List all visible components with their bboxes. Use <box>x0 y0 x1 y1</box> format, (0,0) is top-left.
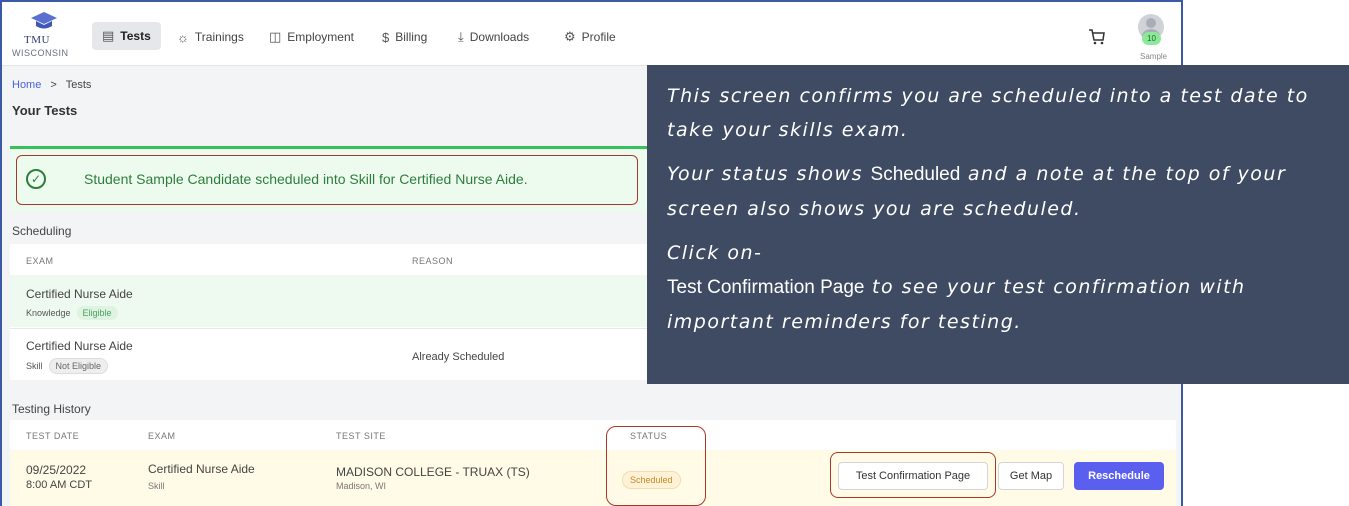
top-navigation: TMU WISCONSIN ▤ Tests ☼ Trainings ◫ Empl… <box>2 2 1181 66</box>
section-title-scheduling: Scheduling <box>12 224 72 238</box>
nav-tab-label: Tests <box>120 29 151 43</box>
annotation-bracket-confirmation <box>830 452 996 498</box>
overlay-text: Your status shows <box>667 163 863 185</box>
breadcrumb-current: Tests <box>65 79 92 91</box>
exam-name: Certified Nurse Aide <box>26 287 133 301</box>
annotation-bracket-alert <box>16 155 638 205</box>
avatar-badge: 10 <box>1142 32 1161 45</box>
overlay-paragraph-3: Click on- Test Confirmation Page to see … <box>667 236 1329 339</box>
nav-tab-label: Employment <box>287 30 354 44</box>
button-label: Get Map <box>1009 470 1053 482</box>
instruction-overlay: This screen confirms you are scheduled i… <box>647 65 1349 384</box>
reschedule-button[interactable]: Reschedule <box>1074 462 1164 490</box>
reason-text: Already Scheduled <box>412 351 505 363</box>
column-header-reason: REASON <box>412 256 454 266</box>
nav-tab-downloads[interactable]: ⤓ Downloads <box>458 24 529 50</box>
column-header-test-date: TEST DATE <box>26 431 80 441</box>
button-label: Reschedule <box>1088 470 1150 482</box>
breadcrumb: Home > Tests <box>12 79 91 91</box>
eligibility-badge: Not Eligible <box>48 358 109 374</box>
dollar-icon: $ <box>382 29 390 45</box>
column-header-exam: EXAM <box>148 431 176 441</box>
overlay-paragraph-1: This screen confirms you are scheduled i… <box>667 85 1309 141</box>
nav-tab-label: Billing <box>395 30 428 44</box>
nav-tab-label: Profile <box>581 30 616 44</box>
cart-icon[interactable] <box>1088 28 1106 46</box>
overlay-emphasis: Scheduled <box>870 164 961 185</box>
nav-tab-trainings[interactable]: ☼ Trainings <box>177 24 244 50</box>
exam-name: Certified Nurse Aide <box>148 462 255 476</box>
column-header-exam: EXAM <box>26 256 54 266</box>
test-date: 09/25/2022 <box>26 463 87 477</box>
lightbulb-icon: ☼ <box>177 29 189 45</box>
overlay-text: Click on- <box>667 242 763 264</box>
logo-text-bottom: WISCONSIN <box>12 48 69 58</box>
section-title-testing-history: Testing History <box>12 402 91 416</box>
breadcrumb-separator: > <box>50 79 57 91</box>
briefcase-icon: ◫ <box>269 29 282 44</box>
exam-type: Skill <box>26 361 43 371</box>
exam-type: Skill <box>148 481 165 491</box>
overlay-emphasis: Test Confirmation Page <box>667 277 865 298</box>
exam-type: Knowledge <box>26 308 71 318</box>
eligibility-badge: Eligible <box>76 306 118 320</box>
breadcrumb-home[interactable]: Home <box>12 79 41 91</box>
exam-subtitle: Skill Not Eligible <box>26 358 109 374</box>
get-map-button[interactable]: Get Map <box>998 462 1064 490</box>
clipboard-icon: ▤ <box>102 28 115 43</box>
graduation-cap-icon <box>31 12 57 29</box>
nav-tab-tests[interactable]: ▤ Tests <box>92 22 161 50</box>
exam-name: Certified Nurse Aide <box>26 339 133 353</box>
logo-text-top: TMU <box>24 34 50 46</box>
logo[interactable]: TMU WISCONSIN <box>12 10 72 62</box>
test-time: 8:00 AM CDT <box>26 479 93 491</box>
nav-tab-employment[interactable]: ◫ Employment <box>269 24 354 50</box>
nav-tab-billing[interactable]: $ Billing <box>382 24 427 50</box>
test-site-city: Madison, WI <box>336 481 387 491</box>
test-site: MADISON COLLEGE - TRUAX (TS) <box>336 465 530 479</box>
avatar-name: Sample <box>1140 52 1168 61</box>
exam-subtitle: Knowledge Eligible <box>26 306 118 320</box>
nav-tab-label: Downloads <box>469 30 530 44</box>
nav-tab-label: Trainings <box>194 30 244 44</box>
nav-tab-profile[interactable]: ⚙ Profile <box>564 24 616 50</box>
gear-icon: ⚙ <box>564 29 576 44</box>
annotation-bracket-status <box>606 426 706 506</box>
overlay-paragraph-2: Your status shows Scheduled and a note a… <box>667 157 1329 226</box>
column-header-test-site: TEST SITE <box>336 431 386 441</box>
download-icon: ⤓ <box>458 29 464 44</box>
page-title: Your Tests <box>12 103 78 118</box>
